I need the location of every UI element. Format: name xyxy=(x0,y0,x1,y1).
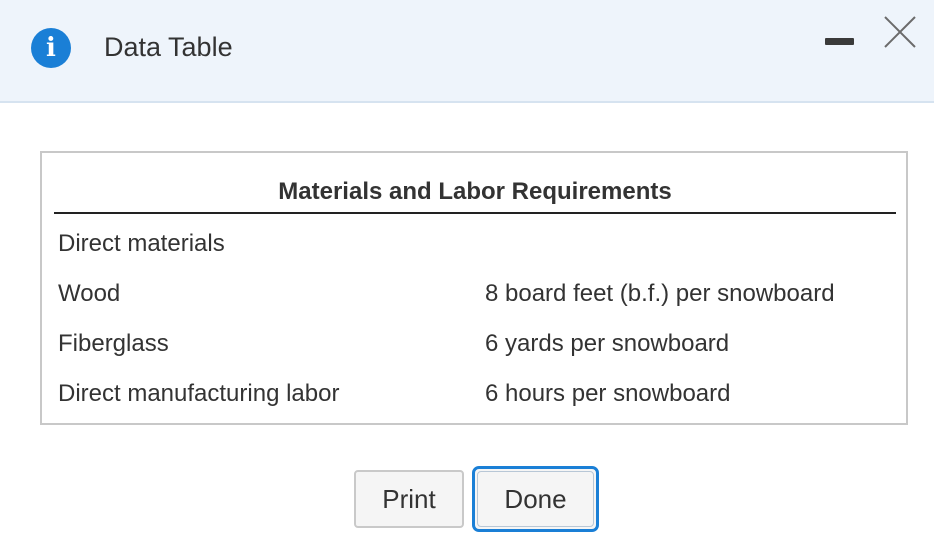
row-item-label: Direct materials xyxy=(58,230,225,257)
table-row: Direct materials xyxy=(58,226,898,262)
dialog-title: Data Table xyxy=(104,32,233,62)
row-item-label: Wood xyxy=(58,280,121,307)
table-row: Wood 8 board feet (b.f.) per snowboard xyxy=(58,276,898,312)
row-requirement: 6 yards per snowboard xyxy=(485,330,730,357)
minimize-icon xyxy=(825,38,854,45)
row-item-label: Fiberglass xyxy=(58,330,169,357)
row-item-label: Direct manufacturing labor xyxy=(58,380,340,407)
print-button[interactable]: Print xyxy=(354,470,464,528)
row-requirement: 6 hours per snowboard xyxy=(485,380,731,407)
minimize-button[interactable] xyxy=(822,24,856,58)
info-icon: i xyxy=(31,28,71,68)
data-table-panel: Materials and Labor Requirements Direct … xyxy=(40,151,908,425)
close-button[interactable] xyxy=(882,14,918,50)
data-table-dialog: i Data Table Materials and Labor Require… xyxy=(0,0,934,552)
dialog-titlebar: i Data Table xyxy=(0,0,934,103)
done-button-label: Done xyxy=(504,484,567,514)
done-button[interactable]: Done xyxy=(472,466,599,532)
heading-divider xyxy=(54,212,896,214)
table-row: Fiberglass 6 yards per snowboard xyxy=(58,326,898,362)
table-heading: Materials and Labor Requirements xyxy=(278,178,672,205)
row-requirement: 8 board feet (b.f.) per snowboard xyxy=(485,280,835,307)
close-icon xyxy=(884,16,916,48)
table-row: Direct manufacturing labor 6 hours per s… xyxy=(58,376,898,412)
